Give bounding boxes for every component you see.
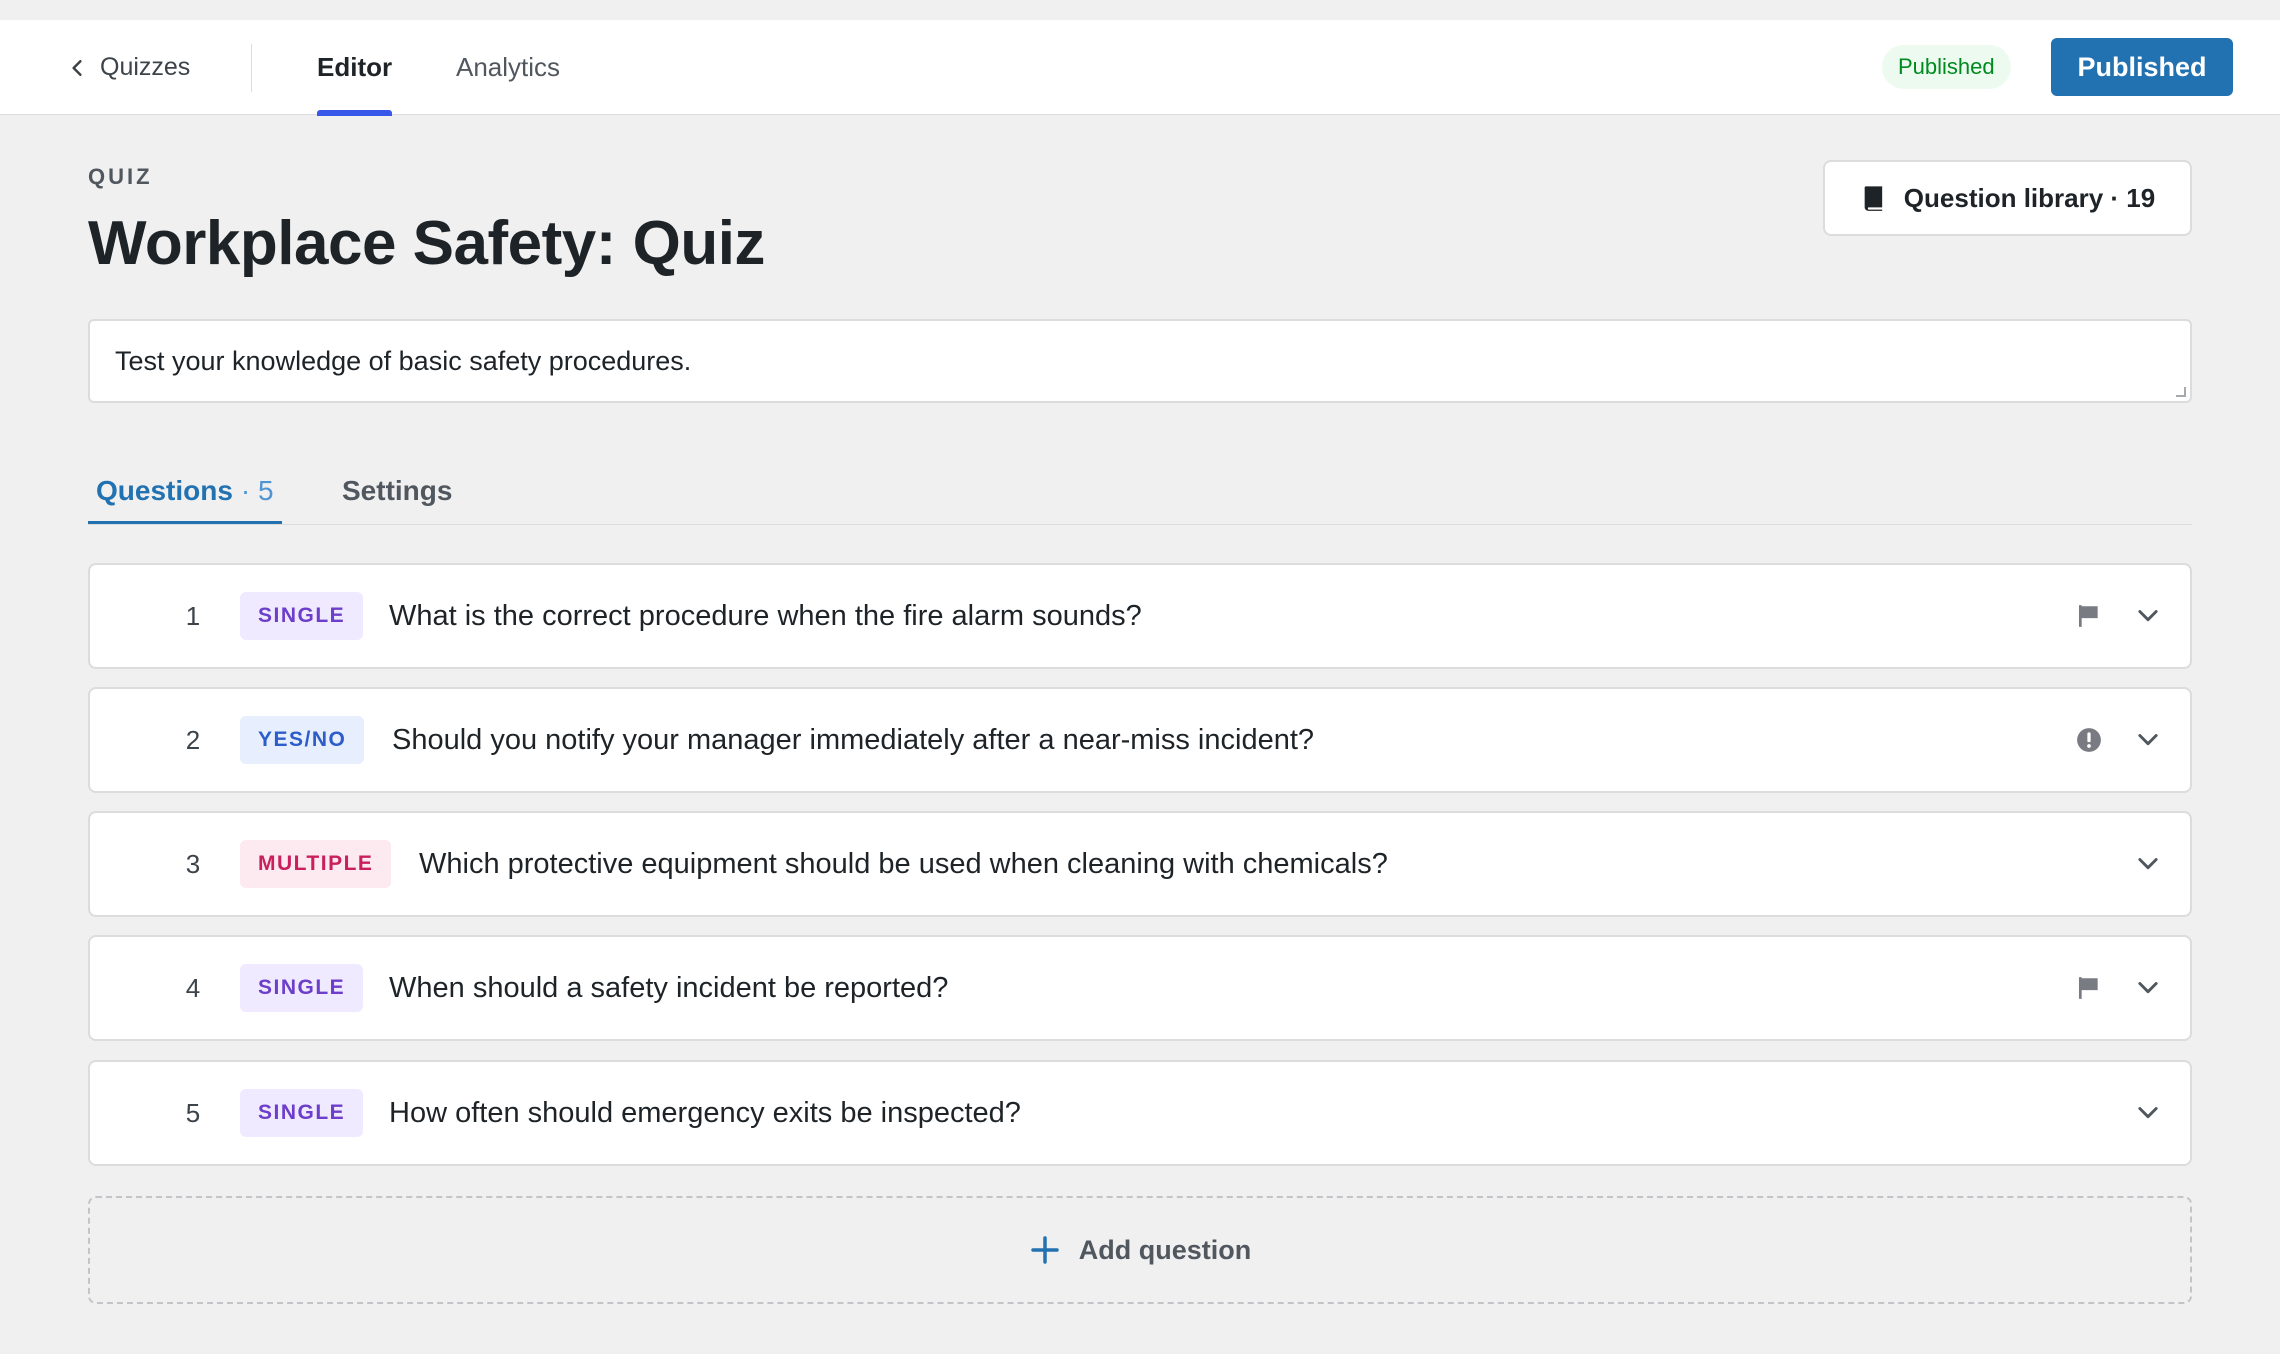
flag-icon[interactable] — [2076, 975, 2102, 1001]
plus-icon — [1031, 1236, 1059, 1264]
question-row[interactable]: 2 YES/NO Should you notify your manager … — [88, 687, 2192, 793]
resize-handle[interactable] — [2176, 387, 2186, 397]
add-question-button[interactable]: Add question — [88, 1196, 2192, 1304]
tab-settings[interactable]: Settings — [342, 458, 452, 524]
tab-editor-underline — [317, 110, 393, 116]
tab-editor-label: Editor — [317, 52, 393, 82]
question-number: 4 — [185, 972, 201, 1003]
tab-questions[interactable]: Questions · 5 — [88, 458, 282, 525]
question-row[interactable]: 3 MULTIPLE Which protective equipment sh… — [88, 811, 2192, 917]
question-type-badge: SINGLE — [240, 1089, 364, 1137]
chevron-down-icon[interactable] — [2134, 849, 2162, 877]
question-type-badge: MULTIPLE — [240, 840, 392, 888]
quiz-description-text: Test your knowledge of basic safety proc… — [115, 345, 692, 376]
back-link-label: Quizzes — [100, 53, 191, 81]
question-text: Should you notify your manager immediate… — [392, 723, 1315, 756]
tab-editor[interactable]: Editor — [317, 20, 393, 116]
add-question-label: Add question — [1078, 1234, 1252, 1265]
question-row[interactable]: 4 SINGLE When should a safety incident b… — [88, 935, 2192, 1041]
quiz-description-field[interactable]: Test your knowledge of basic safety proc… — [88, 319, 2192, 403]
chevron-down-icon[interactable] — [2134, 725, 2162, 753]
tabs-divider — [88, 524, 2192, 525]
question-row[interactable]: 5 SINGLE How often should emergency exit… — [88, 1060, 2192, 1166]
question-type-badge: SINGLE — [240, 592, 364, 640]
question-text: How often should emergency exits be insp… — [389, 1096, 1021, 1129]
chevron-down-icon[interactable] — [2134, 601, 2162, 629]
alert-icon[interactable] — [2076, 727, 2102, 753]
question-number: 5 — [185, 1097, 201, 1128]
question-number: 2 — [185, 724, 201, 755]
status-badge: Published — [1882, 45, 2011, 89]
tab-questions-label: Questions — [96, 475, 233, 506]
book-icon — [1864, 186, 1882, 211]
question-library-label: Question library · 19 — [1903, 182, 2156, 213]
question-text: When should a safety incident be reporte… — [389, 971, 949, 1004]
top-bar: Quizzes Editor Analytics Published Publi… — [0, 20, 2280, 116]
question-number: 1 — [185, 600, 201, 631]
question-type-badge: SINGLE — [240, 964, 364, 1012]
tab-analytics-label: Analytics — [456, 52, 561, 82]
question-row[interactable]: 1 SINGLE What is the correct procedure w… — [88, 563, 2192, 669]
question-number: 3 — [185, 848, 201, 879]
page-eyebrow: QUIZ — [88, 164, 153, 189]
chevron-down-icon[interactable] — [2134, 1098, 2162, 1126]
publish-button[interactable]: Published — [2051, 38, 2233, 96]
tab-settings-label: Settings — [342, 475, 453, 506]
question-type-badge: YES/NO — [240, 716, 365, 764]
chevron-down-icon[interactable] — [2134, 973, 2162, 1001]
page-title: Workplace Safety: Quiz — [88, 209, 765, 278]
question-text: Which protective equipment should be use… — [419, 847, 1388, 880]
tab-questions-count: · 5 — [240, 475, 274, 506]
question-text: What is the correct procedure when the f… — [389, 599, 1142, 632]
flag-icon[interactable] — [2076, 603, 2102, 629]
question-library-button[interactable]: Question library · 19 — [1823, 160, 2192, 236]
tab-analytics[interactable]: Analytics — [456, 20, 560, 115]
chevron-left-icon — [72, 59, 82, 76]
nav-divider — [251, 44, 252, 92]
back-to-quizzes-link[interactable]: Quizzes — [68, 20, 190, 115]
